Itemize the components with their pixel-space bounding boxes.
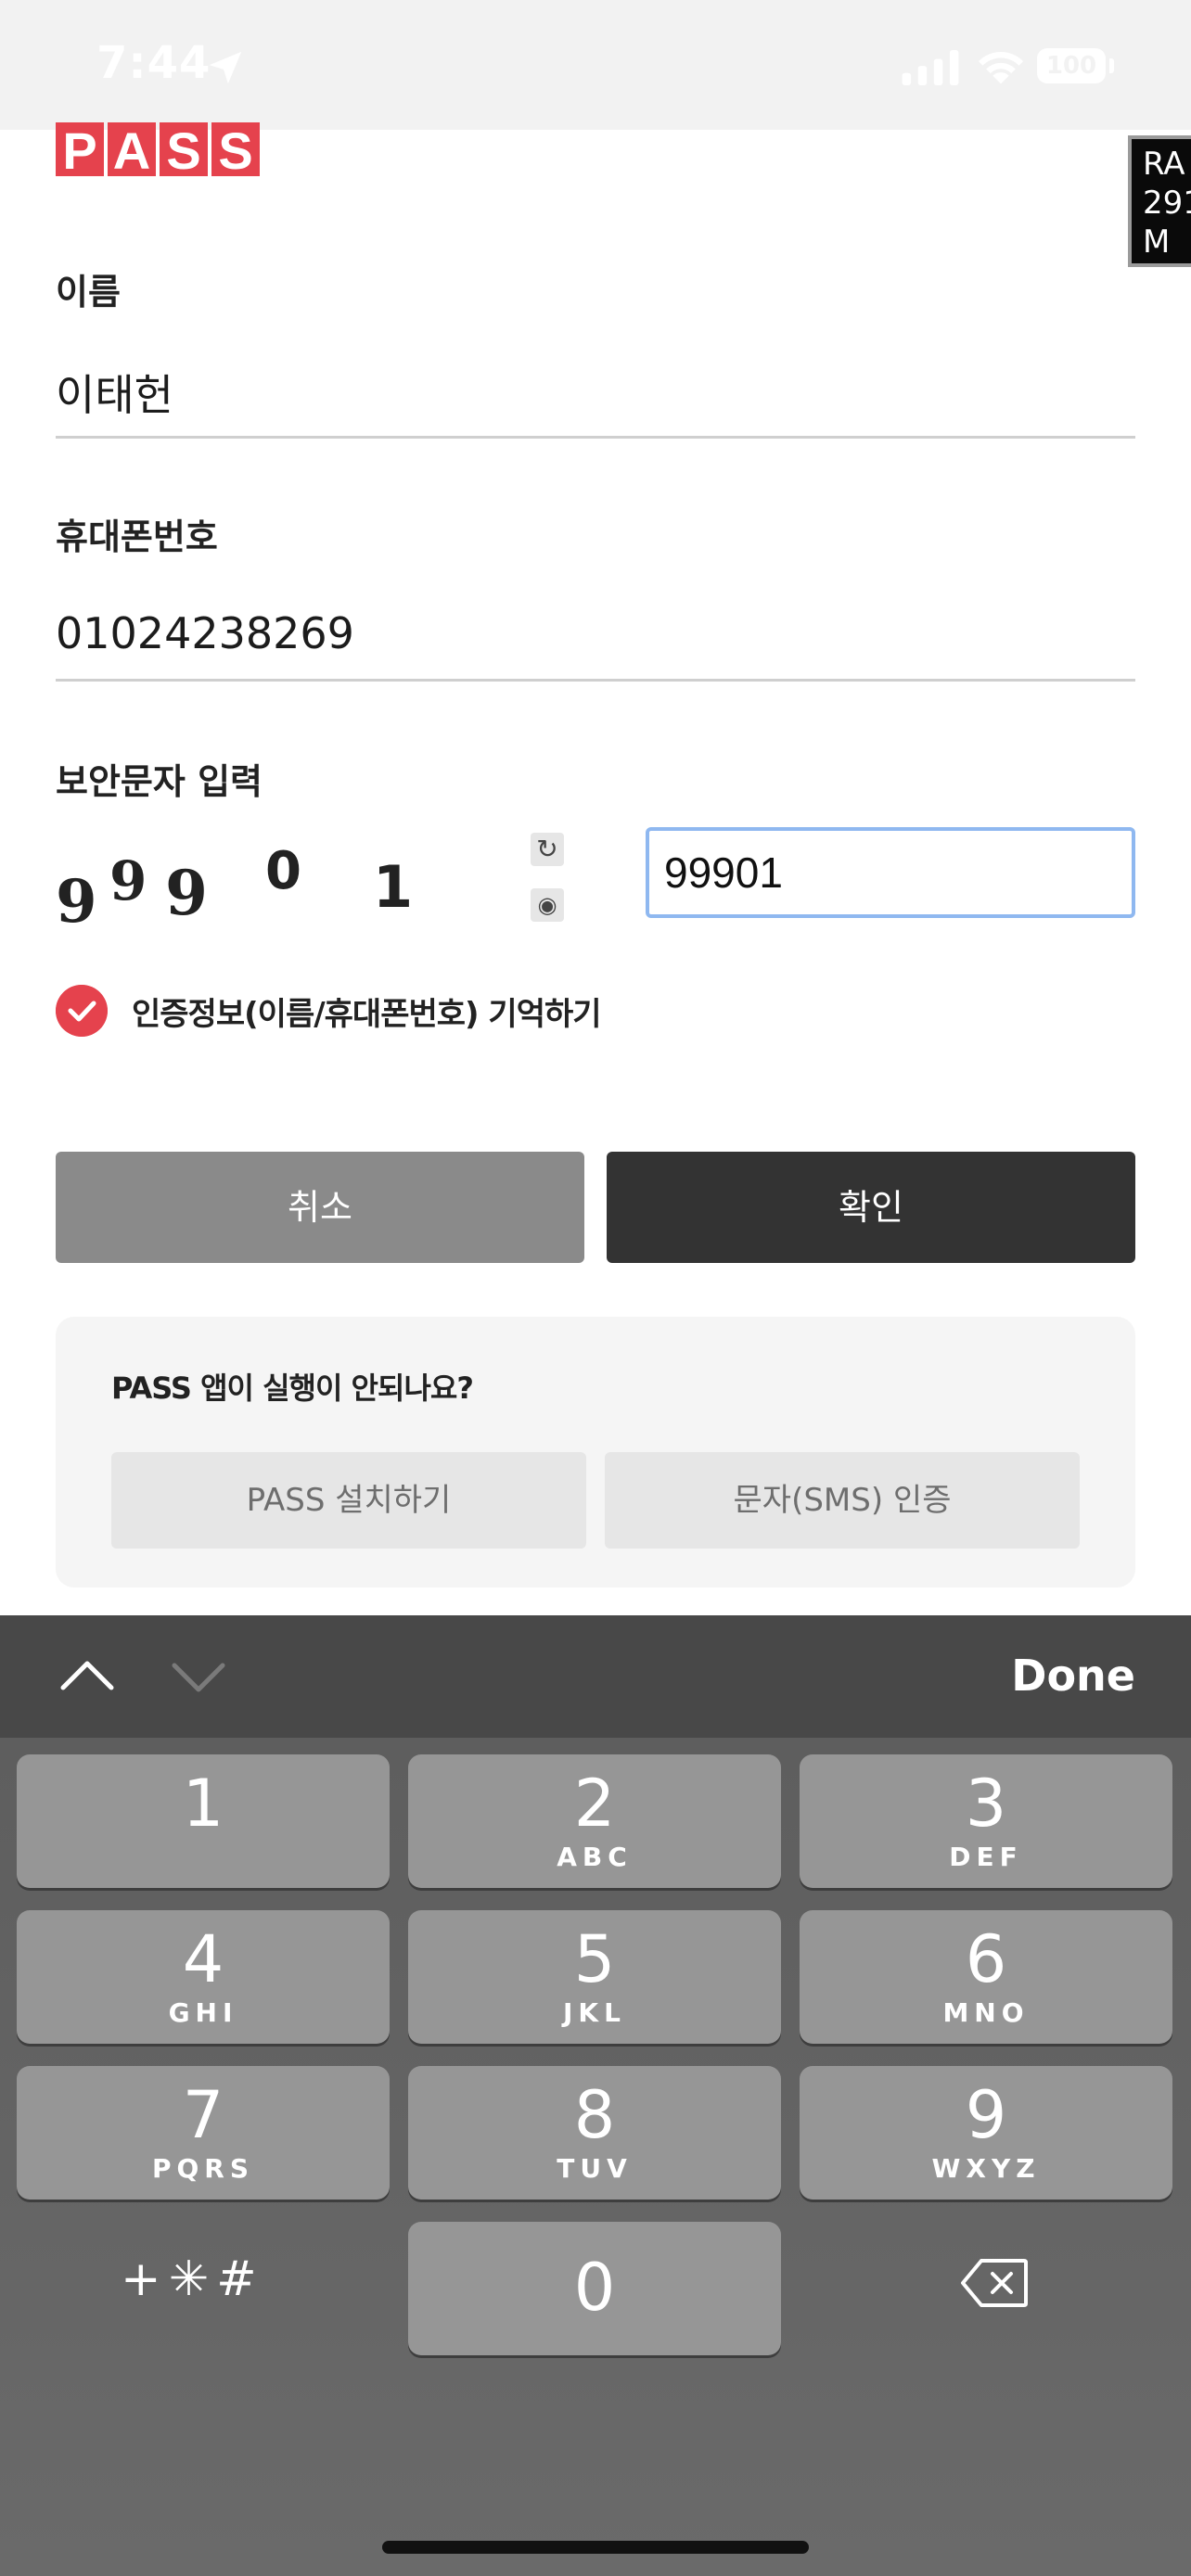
- help-box: PASS 앱이 실행이 안되나요? PASS 설치하기 문자(SMS) 인증: [56, 1317, 1135, 1588]
- key-4[interactable]: 4 GHI: [17, 1910, 390, 2044]
- remember-checkbox[interactable]: [56, 985, 108, 1037]
- key-number: 4: [182, 1921, 224, 1997]
- home-indicator: [382, 2541, 809, 2554]
- symbols-key[interactable]: +✳#: [121, 2251, 264, 2307]
- sms-auth-button[interactable]: 문자(SMS) 인증: [605, 1452, 1080, 1549]
- key-letters: WXYZ: [931, 2153, 1041, 2184]
- key-number: 6: [965, 1921, 1007, 1997]
- key-number: 1: [182, 1766, 224, 1842]
- captcha-label: 보안문자 입력: [56, 761, 263, 802]
- side-badge-line: M: [1143, 223, 1171, 261]
- key-8[interactable]: 8 TUV: [408, 2066, 781, 2200]
- key-letters: GHI: [168, 1997, 238, 2028]
- battery-icon: 100: [1037, 48, 1106, 83]
- chevron-down-icon[interactable]: [171, 1649, 226, 1704]
- battery-tip: [1109, 58, 1114, 73]
- key-1[interactable]: 1: [17, 1754, 390, 1888]
- key-3[interactable]: 3 DEF: [800, 1754, 1172, 1888]
- side-badge-line: 291: [1143, 185, 1191, 222]
- help-title: PASS 앱이 실행이 안되나요?: [111, 1371, 474, 1406]
- key-6[interactable]: 6 MNO: [800, 1910, 1172, 2044]
- captcha-image: 9 9 9 0 1: [56, 822, 529, 961]
- key-letters: MNO: [942, 1997, 1030, 2028]
- key-letters: ABC: [557, 1842, 633, 1872]
- remember-label: 인증정보(이름/휴대폰번호) 기억하기: [132, 996, 602, 1033]
- key-number: 8: [573, 2077, 616, 2153]
- pass-logo: P A S S: [56, 122, 260, 176]
- signal-icon: [902, 50, 959, 85]
- captcha-char: 9: [56, 867, 97, 937]
- key-7[interactable]: 7 PQRS: [17, 2066, 390, 2200]
- chevron-up-icon[interactable]: [59, 1649, 115, 1704]
- captcha-char: 1: [373, 853, 413, 921]
- logo-letter: P: [56, 122, 104, 176]
- key-number: 2: [573, 1766, 616, 1842]
- key-letters: JKL: [563, 1997, 626, 2028]
- captcha-char: 9: [165, 857, 208, 929]
- side-badge: RA 291 M: [1128, 135, 1191, 267]
- key-5[interactable]: 5 JKL: [408, 1910, 781, 2044]
- phone-label: 휴대폰번호: [56, 516, 218, 557]
- key-letters: DEF: [949, 1842, 1023, 1872]
- key-letters: PQRS: [151, 2153, 255, 2184]
- key-9[interactable]: 9 WXYZ: [800, 2066, 1172, 2200]
- captcha-input[interactable]: 99901: [646, 827, 1135, 918]
- logo-letter: S: [211, 122, 260, 176]
- status-bar: 7:44 100: [0, 0, 1191, 130]
- key-0[interactable]: 0: [408, 2222, 781, 2355]
- captcha-char: 9: [109, 849, 147, 912]
- phone-underline: [56, 679, 1135, 682]
- logo-letter: S: [160, 122, 208, 176]
- side-badge-line: RA: [1143, 146, 1185, 183]
- location-arrow-icon: [209, 51, 242, 84]
- key-number: 9: [965, 2077, 1007, 2153]
- logo-letter: A: [108, 122, 156, 176]
- wifi-icon: [978, 52, 1024, 84]
- captcha-refresh-icon[interactable]: ↻: [531, 833, 564, 866]
- key-letters: TUV: [557, 2153, 633, 2184]
- key-number: 3: [965, 1766, 1007, 1842]
- pass-install-button[interactable]: PASS 설치하기: [111, 1452, 586, 1549]
- backspace-icon[interactable]: [959, 2255, 1030, 2311]
- phone-field[interactable]: 01024238269: [56, 608, 354, 658]
- name-underline: [56, 436, 1135, 439]
- keyboard-toolbar: Done: [0, 1615, 1191, 1738]
- captcha-char: 0: [265, 841, 301, 901]
- name-field[interactable]: 이태헌: [56, 362, 173, 423]
- done-button[interactable]: Done: [1011, 1651, 1135, 1701]
- cancel-button[interactable]: 취소: [56, 1152, 584, 1263]
- captcha-audio-icon[interactable]: ◉: [531, 888, 564, 922]
- key-number: 0: [573, 2250, 616, 2326]
- key-number: 5: [573, 1921, 616, 1997]
- status-time: 7:44: [96, 37, 211, 89]
- name-label: 이름: [56, 272, 121, 312]
- confirm-button[interactable]: 확인: [607, 1152, 1135, 1263]
- key-2[interactable]: 2 ABC: [408, 1754, 781, 1888]
- key-number: 7: [182, 2077, 224, 2153]
